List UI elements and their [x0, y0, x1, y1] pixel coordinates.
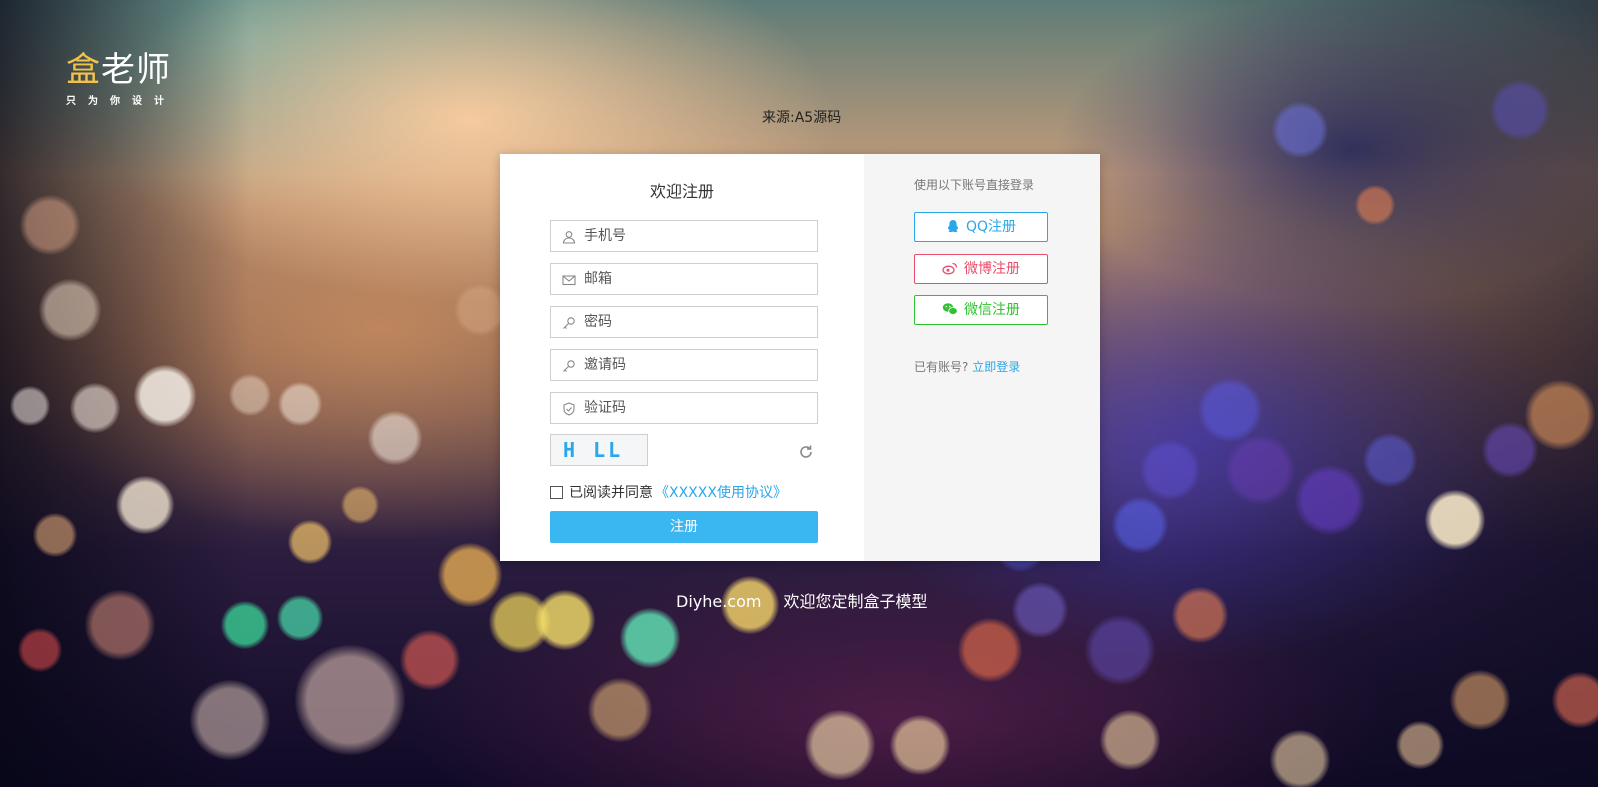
qq-register-button[interactable]: QQ注册 [914, 212, 1048, 242]
shield-icon [563, 402, 575, 416]
wechat-register-button[interactable]: 微信注册 [914, 295, 1048, 325]
bokeh-light [890, 715, 950, 775]
bokeh-light [39, 279, 101, 341]
weibo-register-button[interactable]: 微博注册 [914, 254, 1048, 284]
bokeh-light [229, 374, 271, 416]
bokeh-light [278, 382, 322, 426]
footer: Diyhe.com 欢迎您定制盒子模型 [676, 588, 928, 612]
bokeh-light [1198, 378, 1262, 442]
key-icon [563, 317, 575, 329]
bokeh-light [1225, 435, 1295, 505]
bokeh-light [20, 195, 80, 255]
bokeh-light [1140, 440, 1200, 500]
bokeh-light [85, 590, 155, 660]
bokeh-light [588, 678, 652, 742]
phone-field[interactable] [550, 220, 818, 252]
bokeh-light [134, 365, 196, 427]
brand-logo: 盒老师 只为你设计 [66, 50, 176, 107]
bokeh-light [1482, 422, 1538, 478]
bokeh-light [33, 513, 77, 557]
login-link[interactable]: 立即登录 [972, 360, 1020, 374]
agreement-link[interactable]: 《XXXXX使用协议》 [655, 482, 787, 502]
brand-slogan: 只为你设计 [66, 96, 176, 107]
bokeh-light [1363, 433, 1417, 487]
wechat-icon [942, 303, 958, 315]
brand-name-rest: 老师 [101, 50, 171, 90]
footer-site: Diyhe.com [676, 592, 762, 611]
bokeh-light [805, 710, 875, 780]
bokeh-light [1295, 465, 1365, 535]
bokeh-light [1272, 102, 1328, 158]
bokeh-light [1425, 490, 1485, 550]
social-login-panel: 使用以下账号直接登录 QQ注册 微博注册 微信注册 已有账号? 立即登录 [864, 154, 1100, 561]
agreement-label: 已阅读并同意 [569, 485, 653, 501]
bokeh-light [70, 383, 120, 433]
have-account-text: 已有账号? [914, 360, 969, 374]
bokeh-light [190, 680, 270, 760]
agreement-row: 已阅读并同意 《XXXXX使用协议》 [550, 482, 787, 502]
bokeh-light [288, 520, 332, 564]
bokeh-light [1112, 497, 1168, 553]
invite-code-field[interactable] [550, 349, 818, 381]
bokeh-light [535, 590, 595, 650]
bokeh-light [400, 630, 460, 690]
bokeh-light [295, 645, 405, 755]
register-form: 欢迎注册 H LL 已阅读并同意 《XXXXX使用协议》 注 [500, 154, 864, 561]
wechat-register-label: 微信注册 [964, 302, 1020, 318]
weibo-register-label: 微博注册 [964, 261, 1020, 277]
weibo-icon [942, 262, 957, 275]
qq-icon [947, 220, 958, 233]
social-login-title: 使用以下账号直接登录 [914, 178, 1035, 192]
bokeh-light [620, 608, 680, 668]
bokeh-light [1100, 710, 1160, 770]
bokeh-light [277, 595, 323, 641]
bokeh-light [1012, 582, 1068, 638]
password-input[interactable] [584, 307, 812, 337]
key-icon [563, 360, 575, 372]
bokeh-light [116, 476, 174, 534]
bokeh-light [1355, 185, 1395, 225]
register-button[interactable]: 注册 [550, 511, 818, 543]
bokeh-light [454, 284, 506, 336]
mail-icon [562, 275, 576, 286]
bokeh-light [1490, 80, 1550, 140]
bokeh-light [438, 543, 502, 607]
register-card: 欢迎注册 H LL 已阅读并同意 《XXXXX使用协议》 注 [500, 154, 1100, 561]
bokeh-light [958, 618, 1022, 682]
verification-code-field[interactable] [550, 392, 818, 424]
bokeh-light [1450, 670, 1510, 730]
email-input[interactable] [584, 264, 812, 294]
brand-name-first: 盒 [66, 50, 101, 90]
source-note: 来源:A5源码 [762, 110, 842, 126]
email-field[interactable] [550, 263, 818, 295]
qq-register-label: QQ注册 [965, 219, 1017, 235]
bokeh-light [368, 411, 422, 465]
bokeh-light [18, 628, 62, 672]
bokeh-light [341, 486, 379, 524]
verification-code-input[interactable] [584, 393, 812, 423]
bokeh-light [1270, 730, 1330, 787]
captcha-image[interactable]: H LL [550, 434, 648, 466]
agreement-checkbox[interactable] [550, 485, 563, 499]
user-icon [562, 231, 576, 244]
bokeh-light [1085, 615, 1155, 685]
bokeh-light [10, 386, 50, 426]
brand-name: 盒老师 [66, 50, 176, 90]
invite-code-input[interactable] [584, 350, 812, 380]
bokeh-light [221, 601, 269, 649]
footer-tagline: 欢迎您定制盒子模型 [783, 592, 928, 611]
bokeh-light [1396, 721, 1444, 769]
phone-input[interactable] [584, 221, 812, 251]
have-account-row: 已有账号? 立即登录 [914, 358, 1020, 375]
form-title: 欢迎注册 [649, 182, 714, 201]
refresh-icon[interactable] [798, 444, 814, 460]
bokeh-light [1172, 587, 1228, 643]
password-field[interactable] [550, 306, 818, 338]
